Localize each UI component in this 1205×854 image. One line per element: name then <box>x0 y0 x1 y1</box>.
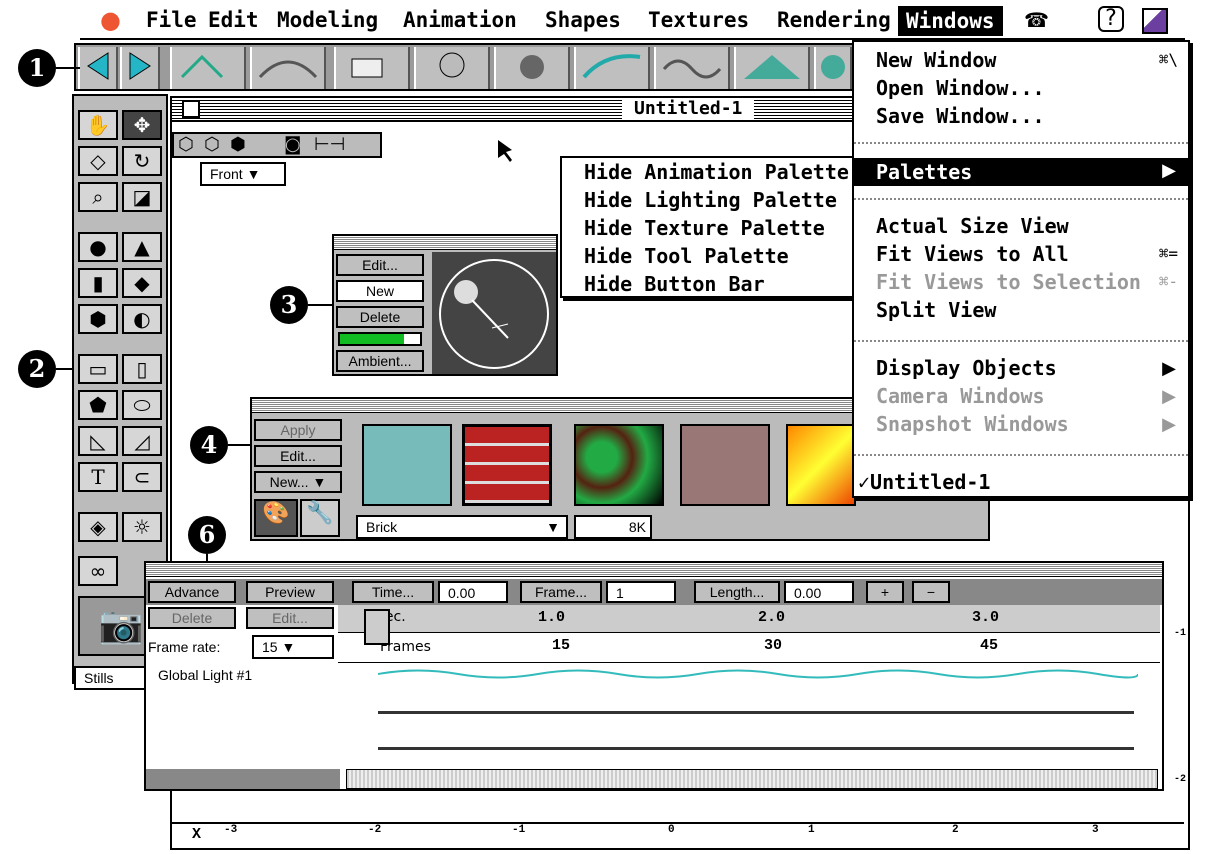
callout-leaders <box>56 67 512 562</box>
